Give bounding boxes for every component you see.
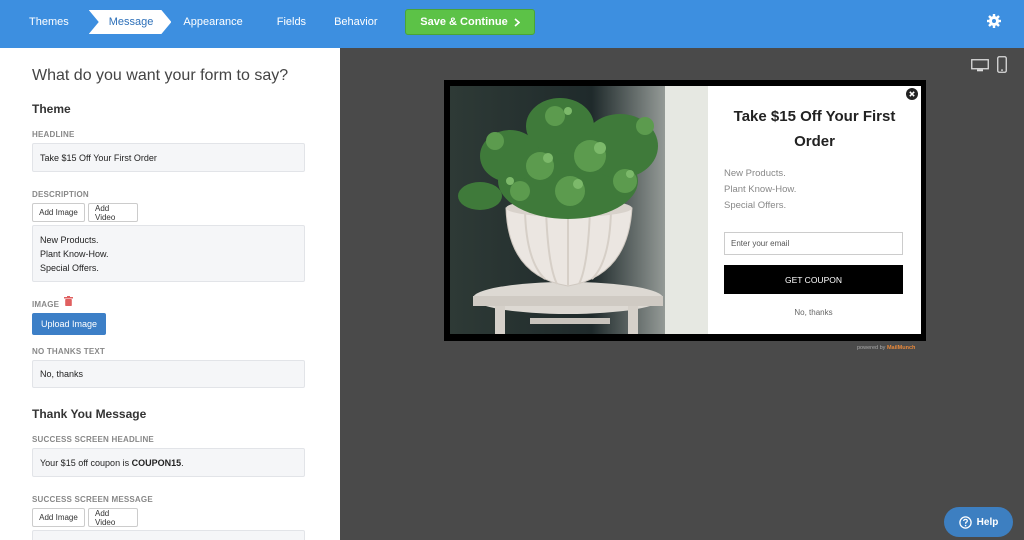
save-continue-label: Save & Continue <box>420 16 508 28</box>
success-headline-suffix: . <box>181 457 184 468</box>
tab-themes[interactable]: Themes <box>0 0 81 48</box>
get-coupon-button[interactable]: GET COUPON <box>724 265 903 294</box>
add-video-button[interactable]: Add Video <box>88 203 138 222</box>
chevron-right-icon <box>514 17 520 27</box>
popup-description: New Products. Plant Know-How. Special Of… <box>724 166 796 214</box>
add-image-button[interactable]: Add Image <box>32 203 85 222</box>
headline-field[interactable]: Take $15 Off Your First Order <box>32 143 305 172</box>
description-label: DESCRIPTION <box>32 190 89 199</box>
theme-heading: Theme <box>32 102 71 116</box>
description-line: Plant Know-How. <box>40 249 109 259</box>
desktop-icon[interactable] <box>971 59 989 72</box>
top-nav-bar: Themes Message Appearance Fields Behavio… <box>0 0 1024 48</box>
tab-appearance[interactable]: Appearance <box>175 0 250 48</box>
description-line: New Products. <box>40 235 99 245</box>
no-thanks-field[interactable]: No, thanks <box>32 360 305 388</box>
save-continue-button[interactable]: Save & Continue <box>405 9 535 35</box>
success-headline-label: SUCCESS SCREEN HEADLINE <box>32 435 154 444</box>
popup-description-line: Special Offers. <box>724 200 787 211</box>
plant-image <box>450 86 708 334</box>
tab-behavior[interactable]: Behavior <box>314 0 385 48</box>
page-title: What do you want your form to say? <box>32 67 289 84</box>
popup-preview: Take $15 Off Your First Order New Produc… <box>444 80 926 341</box>
description-field[interactable]: New Products. Plant Know-How. Special Of… <box>32 225 305 282</box>
email-input[interactable]: Enter your email <box>724 232 903 255</box>
no-thanks-label: NO THANKS TEXT <box>32 347 106 356</box>
popup-content: Take $15 Off Your First Order New Produc… <box>708 86 921 334</box>
editor-panel: What do you want your form to say? Theme… <box>0 48 340 540</box>
step-tabs: Themes Message Appearance Fields Behavio… <box>0 0 457 48</box>
popup-description-line: Plant Know-How. <box>724 184 797 195</box>
close-icon[interactable] <box>906 88 918 100</box>
question-icon <box>958 515 972 529</box>
success-message-field[interactable] <box>32 530 305 540</box>
image-label: IMAGE <box>32 300 60 309</box>
thank-you-heading: Thank You Message <box>32 407 147 421</box>
gear-icon[interactable] <box>986 13 1002 29</box>
headline-label: HEADLINE <box>32 130 75 139</box>
add-video-button-2[interactable]: Add Video <box>88 508 138 527</box>
popup-headline: Take $15 Off Your First Order <box>733 108 896 150</box>
tab-message[interactable]: Message <box>89 10 172 34</box>
no-thanks-link[interactable]: No, thanks <box>724 308 903 317</box>
powered-by-brand[interactable]: MailMunch <box>887 345 915 351</box>
success-headline-field[interactable]: Your $15 off coupon is COUPON15. <box>32 448 305 477</box>
success-message-label: SUCCESS SCREEN MESSAGE <box>32 495 153 504</box>
trash-icon[interactable] <box>64 296 73 306</box>
help-button[interactable]: Help <box>944 507 1013 537</box>
powered-by-prefix: powered by <box>857 345 887 351</box>
preview-area: Take $15 Off Your First Order New Produc… <box>340 48 1024 540</box>
add-image-button-2[interactable]: Add Image <box>32 508 85 527</box>
success-headline-text: Your $15 off coupon is <box>40 457 132 468</box>
coupon-code: COUPON15 <box>131 457 182 468</box>
powered-by: powered by MailMunch <box>857 345 915 351</box>
popup-description-line: New Products. <box>724 168 786 179</box>
description-line: Special Offers. <box>40 263 99 273</box>
help-label: Help <box>976 516 999 528</box>
tab-fields[interactable]: Fields <box>251 0 314 48</box>
mobile-icon[interactable] <box>997 56 1007 73</box>
upload-image-button[interactable]: Upload Image <box>32 313 106 335</box>
